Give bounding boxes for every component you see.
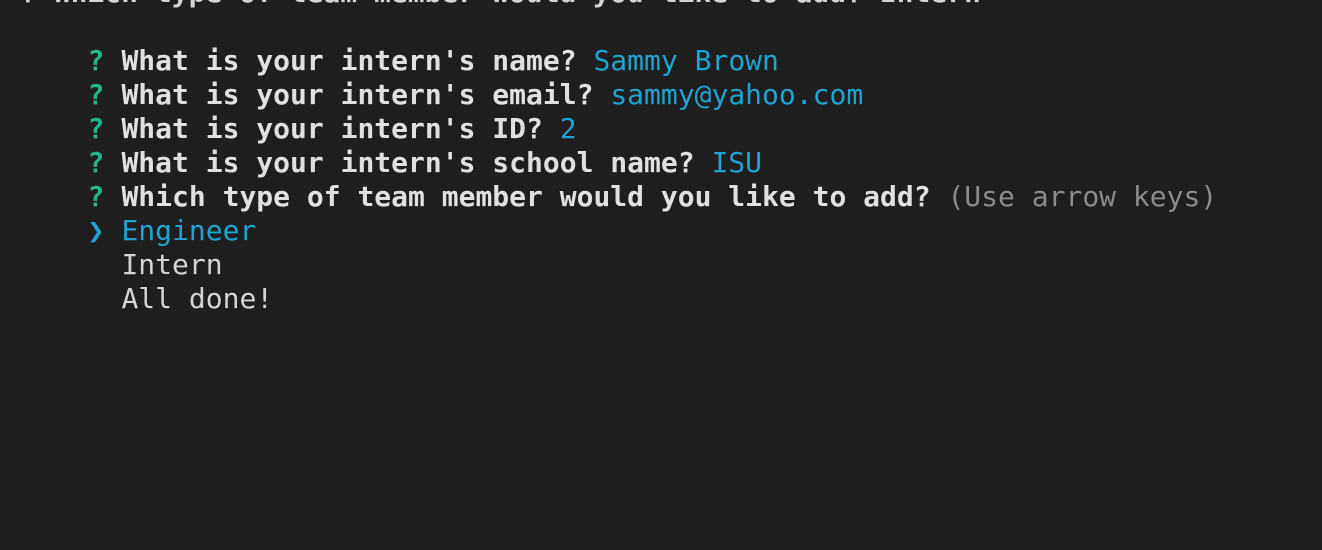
- question-prompt: What is your intern's school name?: [121, 146, 695, 179]
- question-answer: 2: [559, 112, 577, 145]
- question-prompt: What is your intern's ID?: [121, 112, 543, 145]
- question-mark-icon: ?: [87, 180, 105, 213]
- terminal-output: ? Which type of team member would you li…: [20, 0, 1322, 315]
- choice-label: Intern: [121, 248, 223, 281]
- scrolled-partial-line: ? Which type of team member would you li…: [20, 0, 1322, 10]
- question-mark-icon: ?: [87, 112, 105, 145]
- question-line-name: ? What is your intern's name? Sammy Brown: [20, 10, 1322, 77]
- question-prompt: What is your intern's email?: [121, 78, 594, 111]
- question-answer: ISU: [711, 146, 763, 179]
- question-answer: sammy@yahoo.com: [610, 78, 864, 111]
- question-answer: Sammy Brown: [593, 44, 779, 77]
- arrow-keys-hint: (Use arrow keys): [947, 180, 1218, 213]
- question-mark-icon: ?: [87, 146, 105, 179]
- choice-label: All done!: [121, 282, 274, 315]
- question-mark-icon: ?: [87, 44, 105, 77]
- question-mark-icon: ?: [87, 78, 105, 111]
- active-question-prompt: Which type of team member would you like…: [121, 180, 931, 213]
- choice-label: Engineer: [121, 214, 257, 247]
- selection-pointer-icon: ❯: [87, 214, 105, 247]
- question-prompt: What is your intern's name?: [121, 44, 577, 77]
